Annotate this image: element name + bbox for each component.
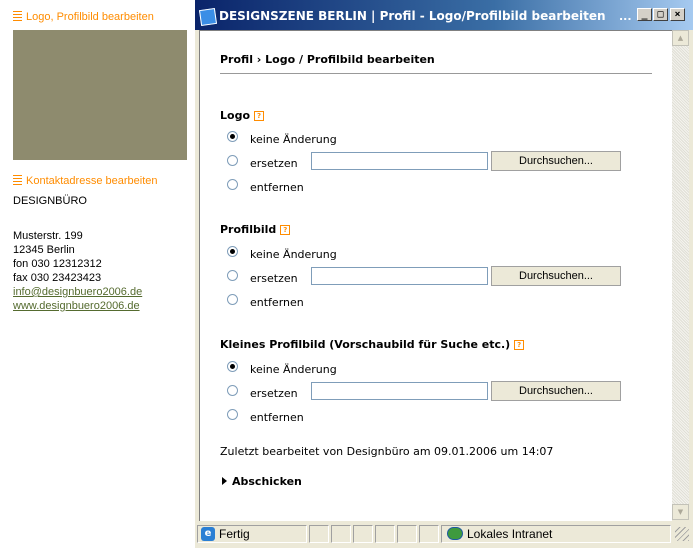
website-link[interactable]: www.designbuero2006.de	[13, 300, 140, 312]
page-content: Profil › Logo / Profilbild bearbeiten Lo…	[199, 30, 672, 521]
status-bar: e Fertig Lokales Intranet	[195, 521, 693, 548]
section-title-profile-image: Profilbild?	[220, 223, 291, 236]
company-name: DESIGNBÜRO	[13, 195, 87, 207]
submit-button[interactable]: Abschicken	[222, 475, 302, 488]
profile-file-input[interactable]	[311, 267, 488, 285]
page-done-icon: e	[201, 527, 215, 541]
profile-no-change-radio[interactable]	[227, 246, 238, 257]
status-cell	[353, 525, 373, 543]
security-zone-text: Lokales Intranet	[467, 527, 553, 541]
close-button[interactable]: ×	[670, 8, 685, 21]
status-cell	[331, 525, 351, 543]
edit-contact-link[interactable]: Kontaktadresse bearbeiten	[13, 175, 157, 187]
status-cell	[309, 525, 329, 543]
logo-remove-label: entfernen	[250, 181, 304, 194]
logo-replace-label: ersetzen	[250, 157, 298, 170]
profile-remove-label: entfernen	[250, 296, 304, 309]
popup-window: DESIGNSZENE BERLIN | Profil - Logo/Profi…	[195, 0, 693, 548]
fax-number: fax 030 23423423	[13, 272, 102, 284]
title-divider	[220, 73, 652, 74]
status-text: Fertig	[219, 527, 250, 541]
profile-remove-radio[interactable]	[227, 294, 238, 305]
help-icon[interactable]: ?	[280, 225, 291, 235]
help-icon[interactable]: ?	[514, 340, 525, 350]
title-bar[interactable]: DESIGNSZENE BERLIN | Profil - Logo/Profi…	[195, 0, 693, 30]
logo-no-change-radio[interactable]	[227, 131, 238, 142]
section-title-small-profile-image: Kleines Profilbild (Vorschaubild für Suc…	[220, 338, 525, 351]
profile-image-placeholder	[13, 30, 187, 160]
page-title: Profil › Logo / Profilbild bearbeiten	[220, 53, 435, 66]
minimize-button[interactable]: _	[637, 8, 652, 21]
scroll-up-button[interactable]: ▲	[672, 30, 689, 46]
edit-logo-link[interactable]: Logo, Profilbild bearbeiten	[13, 11, 154, 23]
small-profile-no-change-radio[interactable]	[227, 361, 238, 372]
browser-app-icon	[198, 7, 218, 27]
profile-replace-radio[interactable]	[227, 270, 238, 281]
help-icon[interactable]: ?	[254, 111, 264, 121]
vertical-scrollbar[interactable]: ▲ ▼	[672, 30, 689, 520]
resize-grip[interactable]	[675, 527, 689, 541]
phone-number: fon 030 12312312	[13, 258, 102, 270]
logo-replace-radio[interactable]	[227, 155, 238, 166]
document-icon	[13, 175, 22, 185]
profile-no-change-label: keine Änderung	[250, 248, 337, 261]
address-city: 12345 Berlin	[13, 244, 75, 256]
small-profile-remove-label: entfernen	[250, 411, 304, 424]
status-cell	[419, 525, 439, 543]
maximize-button[interactable]: □	[653, 8, 668, 21]
small-profile-file-input[interactable]	[311, 382, 488, 400]
window-title: DESIGNSZENE BERLIN | Profil - Logo/Profi…	[219, 9, 606, 23]
status-cell	[375, 525, 395, 543]
address-street: Musterstr. 199	[13, 230, 83, 242]
section-title-logo: Logo?	[220, 109, 264, 122]
scroll-down-button[interactable]: ▼	[672, 504, 689, 520]
small-profile-browse-button[interactable]: Durchsuchen...	[491, 381, 621, 401]
profile-replace-label: ersetzen	[250, 272, 298, 285]
logo-remove-radio[interactable]	[227, 179, 238, 190]
email-link[interactable]: info@designbuero2006.de	[13, 286, 142, 298]
logo-browse-button[interactable]: Durchsuchen...	[491, 151, 621, 171]
profile-browse-button[interactable]: Durchsuchen...	[491, 266, 621, 286]
small-profile-no-change-label: keine Änderung	[250, 363, 337, 376]
last-edited-note: Zuletzt bearbeitet von Designbüro am 09.…	[220, 445, 554, 458]
small-profile-replace-radio[interactable]	[227, 385, 238, 396]
logo-no-change-label: keine Änderung	[250, 133, 337, 146]
document-icon	[13, 11, 22, 21]
title-ellipsis: ...	[619, 10, 632, 23]
status-cell	[397, 525, 417, 543]
small-profile-replace-label: ersetzen	[250, 387, 298, 400]
triangle-right-icon	[222, 477, 227, 485]
logo-file-input[interactable]	[311, 152, 488, 170]
intranet-zone-icon	[447, 527, 463, 540]
background-page: Logo, Profilbild bearbeiten Kontaktadres…	[0, 0, 195, 548]
small-profile-remove-radio[interactable]	[227, 409, 238, 420]
